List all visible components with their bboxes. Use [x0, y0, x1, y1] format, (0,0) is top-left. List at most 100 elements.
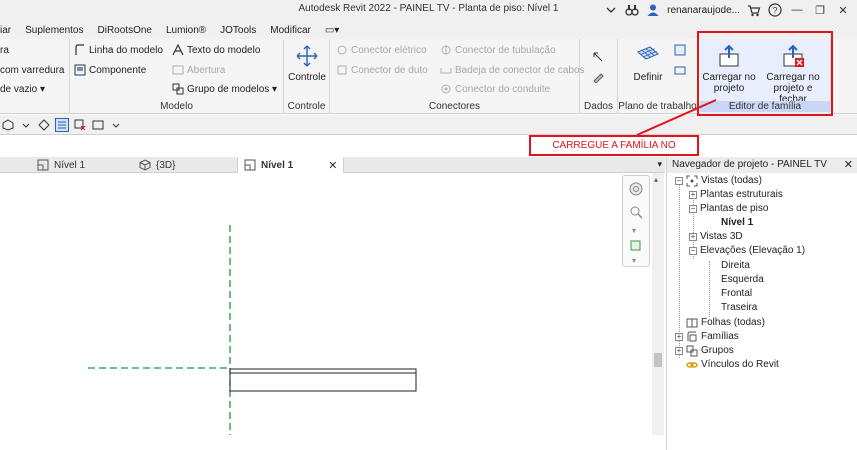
menu-item-dirootsone[interactable]: DiRootsOne — [98, 25, 152, 36]
sun-path-icon[interactable] — [38, 118, 50, 131]
user-name[interactable]: renanaraujode... — [667, 5, 740, 16]
duct-connector-button[interactable]: Conector de duto — [336, 64, 428, 76]
dropdown-small-icon[interactable] — [110, 119, 122, 131]
tab-nivel-1-active-label: Nível 1 — [261, 159, 294, 171]
project-browser: Navegador de projeto - PAINEL TV ✕ − Vis… — [666, 157, 857, 450]
hide-element-icon[interactable] — [74, 119, 86, 131]
tabs-overflow-icon[interactable]: ▾ — [657, 159, 662, 170]
menu-expand-toggle[interactable]: ▭▾ — [325, 25, 339, 36]
collapse-icon[interactable]: − — [689, 246, 697, 255]
drawing-canvas[interactable] — [0, 173, 665, 450]
pan-dropdown-icon[interactable]: ▾ — [632, 256, 636, 265]
opening-icon — [172, 64, 184, 76]
tree-label-plantas-de-piso: Plantas de piso — [700, 203, 769, 214]
restore-button[interactable]: ❐ — [812, 4, 828, 17]
model-line-button[interactable]: Linha do modelo — [74, 44, 163, 56]
model-line-label: Linha do modelo — [89, 44, 163, 56]
control-button-label: Controle — [288, 72, 326, 83]
binoculars-icon[interactable] — [625, 3, 639, 17]
tree-item-folhas[interactable]: Folhas (todas) — [675, 316, 765, 329]
family-geometry-outline[interactable] — [229, 368, 417, 392]
define-workplane-button[interactable]: Definir — [628, 44, 668, 83]
project-browser-header: Navegador de projeto - PAINEL TV ✕ — [667, 157, 857, 173]
canvas-vertical-scrollbar[interactable]: ▴ — [652, 173, 664, 435]
tab-close-icon[interactable]: ✕ — [328, 159, 337, 172]
tree-item-grupos[interactable]: + Grupos — [675, 344, 734, 357]
dropdown-arrow-icon[interactable] — [604, 3, 618, 17]
tree-item-traseira[interactable]: Traseira — [721, 301, 757, 314]
tree-item-plantas-estruturais[interactable]: + Plantas estruturais — [689, 188, 783, 201]
zoom-dropdown-icon[interactable]: ▾ — [632, 226, 636, 235]
tree-item-nivel-1[interactable]: Nível 1 — [721, 216, 753, 229]
component-icon — [74, 64, 86, 76]
user-icon[interactable] — [646, 3, 660, 17]
workplane-viewer-button[interactable] — [674, 64, 686, 76]
ribbon-item-sweep[interactable]: com varredura — [0, 65, 64, 76]
ribbon-item-void[interactable]: de vazio ▾ — [0, 84, 45, 95]
scrollbar-thumb[interactable] — [654, 353, 662, 367]
tab-nivel-1-active[interactable]: Nível 1 ✕ — [237, 157, 345, 173]
help-icon[interactable]: ? — [768, 3, 782, 17]
dimension-tool-button[interactable] — [592, 51, 604, 63]
minimize-button[interactable]: — — [789, 4, 805, 16]
model-group-button[interactable]: Grupo de modelos ▾ — [172, 83, 277, 95]
tree-item-plantas-de-piso[interactable]: − Plantas de piso — [689, 202, 768, 215]
tree-label-vistas-3d: Vistas 3D — [700, 231, 743, 242]
cart-icon[interactable] — [747, 3, 761, 17]
workplane-show-icon — [674, 44, 686, 56]
menu-item-modificar[interactable]: Modificar — [270, 25, 311, 36]
reveal-elements-icon[interactable] — [92, 119, 104, 131]
electrical-connector-button[interactable]: Conector elétrico — [336, 44, 427, 56]
tab-nivel-1-first[interactable]: Nível 1 — [37, 157, 85, 173]
conduit-connector-button[interactable]: Conector do conduite — [440, 83, 550, 95]
navigation-bar: ▾ ▾ — [622, 175, 650, 267]
component-button[interactable]: Componente — [74, 64, 146, 76]
title-bar-controls: renanaraujode... ? — ❐ ✕ — [604, 2, 851, 18]
collapse-icon[interactable]: − — [689, 204, 697, 213]
model-text-button[interactable]: Texto do modelo — [172, 43, 260, 56]
tree-item-elevacoes[interactable]: − Elevações (Elevação 1) — [689, 244, 805, 257]
scroll-up-icon[interactable]: ▴ — [654, 175, 658, 184]
tree-item-vistas[interactable]: − Vistas (todas) — [675, 174, 762, 187]
tree-item-direita[interactable]: Direita — [721, 259, 750, 272]
menu-item-partial[interactable]: iar — [0, 25, 11, 36]
tree-item-vistas-3d[interactable]: + Vistas 3D — [689, 230, 743, 243]
pan-icon[interactable] — [628, 238, 644, 257]
control-button[interactable]: Controle — [284, 44, 330, 83]
collapse-icon[interactable]: − — [675, 176, 683, 185]
panel-controle: Controle Controle — [284, 39, 330, 114]
tree-label-vinculos: Vínculos do Revit — [701, 359, 779, 370]
tree-item-esquerda[interactable]: Esquerda — [721, 273, 764, 286]
workplane-viewer-icon — [674, 64, 686, 76]
visual-style-icon[interactable] — [2, 118, 14, 131]
opening-button[interactable]: Abertura — [172, 64, 225, 76]
project-browser-close-icon[interactable]: ✕ — [844, 157, 853, 173]
expand-icon[interactable]: + — [689, 190, 697, 199]
tree-item-familias[interactable]: + Famílias — [675, 330, 739, 343]
component-label: Componente — [89, 64, 147, 76]
menu-item-suplementos[interactable]: Suplementos — [25, 25, 83, 36]
tree-item-vinculos[interactable]: Vínculos do Revit — [675, 358, 779, 371]
model-line-icon — [74, 44, 86, 56]
floor-plan-icon — [37, 159, 49, 171]
thin-lines-icon[interactable] — [55, 117, 69, 132]
tab-3d[interactable]: {3D} — [139, 157, 175, 173]
ribbon-item-partial-ra[interactable]: ra — [0, 45, 9, 56]
show-workplane-button[interactable] — [674, 44, 686, 56]
dropdown-small-icon[interactable] — [20, 119, 32, 131]
expand-icon[interactable]: + — [675, 346, 683, 355]
tree-item-frontal[interactable]: Frontal — [721, 287, 752, 300]
menu-item-lumion[interactable]: Lumion® — [166, 25, 206, 36]
parameter-tool-button[interactable] — [592, 71, 604, 84]
navigation-wheel-icon[interactable] — [628, 181, 644, 200]
zoom-icon[interactable] — [628, 204, 644, 223]
menu-item-jotools[interactable]: JOTools — [220, 25, 256, 36]
close-button[interactable]: ✕ — [835, 4, 851, 17]
panel-label-plano-de-trabalho: Plano de trabalho — [618, 101, 697, 112]
expand-icon[interactable]: + — [675, 332, 683, 341]
pipe-connector-button[interactable]: Conector de tubulação — [440, 44, 556, 56]
conduit-connector-label: Conector do conduite — [455, 83, 551, 95]
duct-connector-icon — [336, 64, 348, 76]
cable-tray-connector-button[interactable]: Badeja de conector de cabos — [440, 64, 585, 76]
expand-icon[interactable]: + — [689, 232, 697, 241]
